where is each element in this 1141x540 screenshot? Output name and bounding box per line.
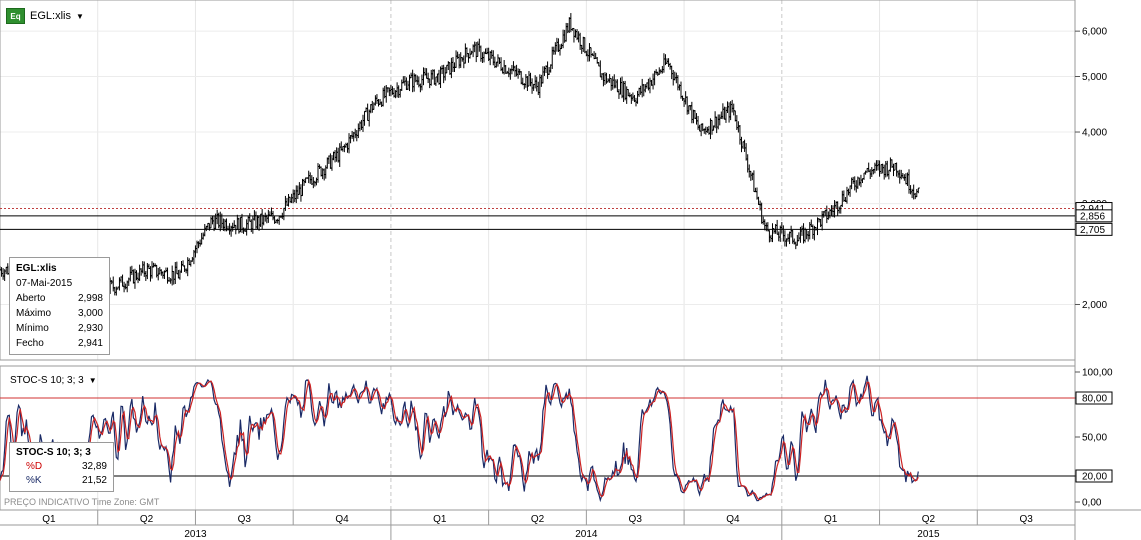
quarter-label: Q2 <box>531 514 545 525</box>
quarter-label: Q3 <box>1019 514 1033 525</box>
stoc-tick-label: 80,00 <box>1082 394 1107 405</box>
price-info-row-open: Aberto 2,998 <box>16 293 103 304</box>
chevron-down-icon[interactable]: ▼ <box>76 12 84 21</box>
year-label: 2014 <box>575 529 598 540</box>
stoc-tick-label: 20,00 <box>1082 472 1107 483</box>
chart-canvas: 2,0003,0004,0005,0006,0002,9412,8562,705… <box>0 0 1141 540</box>
price-info-date: 07-Mai-2015 <box>16 278 73 289</box>
equity-icon: Eq <box>6 8 25 24</box>
quarter-label: Q2 <box>922 514 936 525</box>
price-info-title: EGL:xlis <box>16 263 57 274</box>
stoc-selector[interactable]: STOC-S 10; 3; 3 ▼ <box>10 375 97 386</box>
quarter-label: Q4 <box>335 514 349 525</box>
hline-marker-0-label: 2,856 <box>1080 211 1105 222</box>
stoc-info-row-k: %K 21,52 <box>26 475 107 486</box>
quarter-label: Q1 <box>824 514 838 525</box>
price-tick-label: 4,000 <box>1082 128 1107 139</box>
stoc-tick-label: 100,00 <box>1082 368 1113 379</box>
quarter-label: Q4 <box>726 514 740 525</box>
quarter-label: Q3 <box>629 514 643 525</box>
price-tick-label: 5,000 <box>1082 72 1107 83</box>
year-label: 2013 <box>184 529 207 540</box>
stoc-tick-label: 50,00 <box>1082 433 1107 444</box>
hline-marker-1-label: 2,705 <box>1080 225 1105 236</box>
price-info-box: EGL:xlis 07-Mai-2015 Aberto 2,998 Máximo 3… <box>9 257 110 355</box>
footer-note: PREÇO INDICATIVO Time Zone: GMT <box>4 497 160 507</box>
stoc-info-box: STOC-S 10; 3; 3 %D 32,89 %K 21,52 <box>9 442 114 492</box>
chevron-down-icon[interactable]: ▼ <box>89 376 97 385</box>
price-tick-label: 2,000 <box>1082 300 1107 311</box>
price-tick-label: 6,000 <box>1082 27 1107 38</box>
stoc-tick-label: 0,00 <box>1082 498 1102 509</box>
stoc-info-row-d: %D 32,89 <box>26 461 107 472</box>
quarter-label: Q1 <box>433 514 447 525</box>
price-info-row-close: Fecho 2,941 <box>16 338 103 349</box>
price-info-row-low: Mínimo 2,930 <box>16 323 103 334</box>
quarter-label: Q2 <box>140 514 154 525</box>
symbol-name[interactable]: EGL:xlis <box>30 10 71 22</box>
quarter-label: Q3 <box>238 514 252 525</box>
price-info-row-high: Máximo 3,000 <box>16 308 103 319</box>
stoc-title[interactable]: STOC-S 10; 3; 3 <box>10 375 84 386</box>
quarter-label: Q1 <box>42 514 56 525</box>
stoc-info-title: STOC-S 10; 3; 3 <box>16 447 91 458</box>
symbol-selector[interactable]: Eq EGL:xlis ▼ <box>6 8 84 24</box>
year-label: 2015 <box>917 529 940 540</box>
